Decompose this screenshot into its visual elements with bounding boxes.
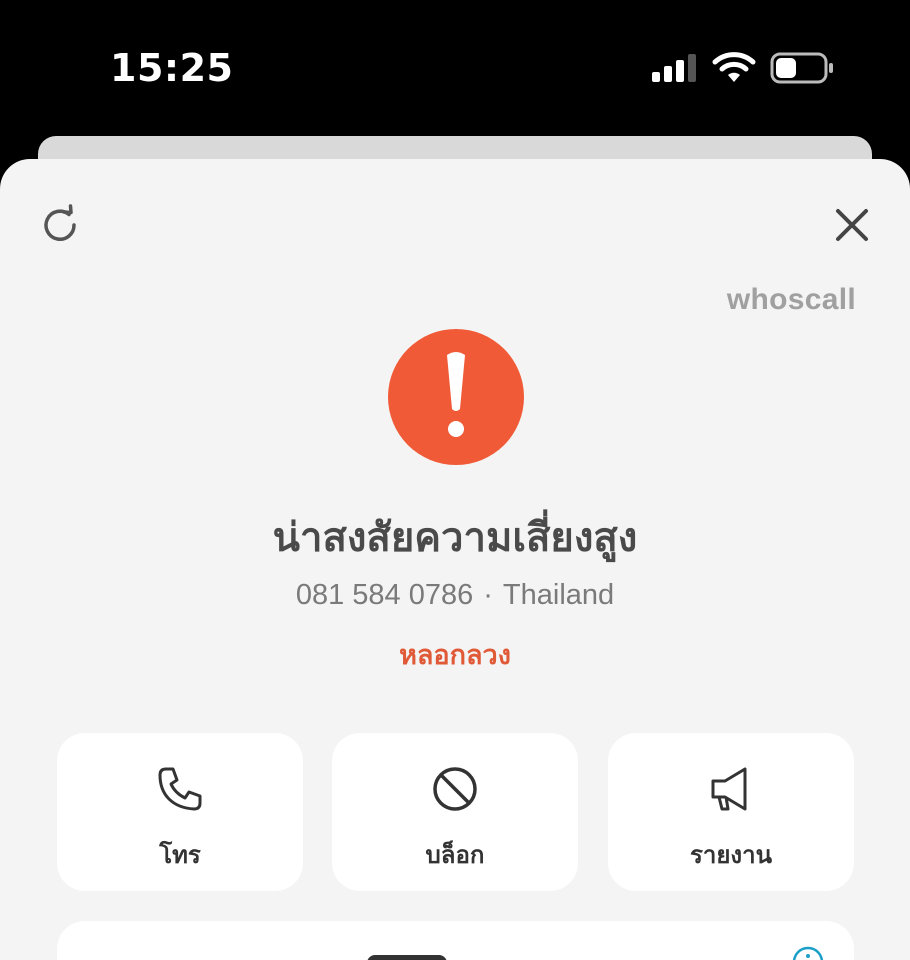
call-button[interactable]: โทร <box>57 733 303 891</box>
status-time: 15:25 <box>110 46 234 90</box>
block-button[interactable]: บล็อก <box>332 733 578 891</box>
status-bar: 15:25 <box>0 0 910 136</box>
ad-image <box>367 955 447 960</box>
call-label: โทร <box>159 841 201 869</box>
cellular-signal-icon <box>652 54 696 82</box>
category-label: หลอกลวง <box>399 640 511 671</box>
report-label: รายงาน <box>689 841 773 869</box>
ad-info-icon[interactable] <box>791 945 825 960</box>
block-label: บล็อก <box>425 841 485 869</box>
separator: · <box>483 579 493 611</box>
brand-logo: whoscall <box>726 283 856 316</box>
country: Thailand <box>502 579 615 611</box>
megaphone-icon <box>711 767 747 811</box>
wifi-icon <box>712 52 756 82</box>
phone-icon <box>158 767 202 811</box>
battery-icon <box>770 52 833 84</box>
block-icon <box>433 767 477 811</box>
caller-id-sheet: whoscall น่าสงสัยความเสี่ยงสูง 081 584 0… <box>0 159 910 960</box>
phone-number: 081 584 0786 <box>295 579 474 611</box>
close-icon[interactable] <box>830 203 874 247</box>
risk-label: น่าสงสัยความเสี่ยงสูง <box>272 515 638 561</box>
warning-icon <box>388 329 524 465</box>
refresh-icon[interactable] <box>38 203 82 247</box>
report-button[interactable]: รายงาน <box>608 733 854 891</box>
number-line: 081 584 0786 · Thailand <box>0 579 910 612</box>
ad-card[interactable] <box>57 921 854 960</box>
